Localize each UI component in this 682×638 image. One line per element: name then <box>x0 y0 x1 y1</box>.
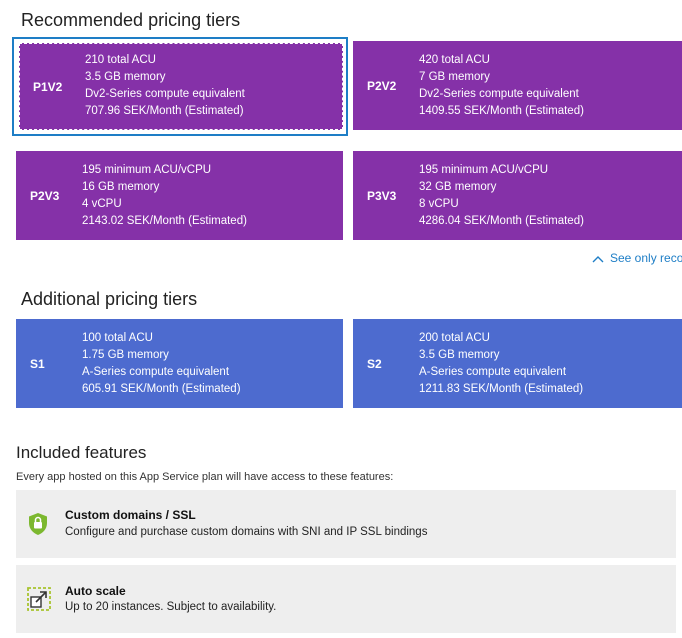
tier-line: Dv2-Series compute equivalent <box>85 88 245 100</box>
features-heading: Included features <box>16 443 147 462</box>
feature-description: Configure and purchase custom domains wi… <box>65 526 428 538</box>
shield-lock-icon <box>28 512 48 541</box>
tier-line: 100 total ACU <box>82 332 153 344</box>
auto-scale-icon <box>27 587 51 616</box>
tier-line: A-Series compute equivalent <box>82 366 230 378</box>
tier-card-s1[interactable]: S1 100 total ACU 1.75 GB memory A-Series… <box>16 319 343 408</box>
tier-line: 200 total ACU <box>419 332 490 344</box>
tier-code: S2 <box>367 356 382 371</box>
feature-custom-domains: Custom domains / SSL Configure and purch… <box>16 490 676 558</box>
tier-line: 1.75 GB memory <box>82 349 169 361</box>
tier-line: 3.5 GB memory <box>419 349 500 361</box>
tier-card-p3v3[interactable]: P3V3 195 minimum ACU/vCPU 32 GB memory 8… <box>353 151 682 240</box>
tier-code: P2V3 <box>30 188 60 203</box>
additional-heading: Additional pricing tiers <box>21 289 198 309</box>
tier-line: 4286.04 SEK/Month (Estimated) <box>419 215 584 227</box>
tier-line: 195 minimum ACU/vCPU <box>82 164 212 176</box>
tier-code: P2V2 <box>367 78 397 93</box>
tier-line: 3.5 GB memory <box>85 71 166 83</box>
tier-line: 2143.02 SEK/Month (Estimated) <box>82 215 247 227</box>
tier-card-p2v3[interactable]: P2V3 195 minimum ACU/vCPU 16 GB memory 4… <box>16 151 343 240</box>
tier-card-p1v2[interactable]: P1V2 210 total ACU 3.5 GB memory Dv2-Ser… <box>19 43 343 130</box>
tier-line: 16 GB memory <box>82 181 160 193</box>
chevron-up-icon <box>592 255 604 263</box>
tier-code: P1V2 <box>33 79 63 94</box>
tier-line: 1409.55 SEK/Month (Estimated) <box>419 105 584 117</box>
see-only-label: See only reco <box>610 251 682 265</box>
feature-title: Auto scale <box>65 584 126 598</box>
tier-line: 210 total ACU <box>85 54 156 66</box>
tier-code: P3V3 <box>367 188 397 203</box>
recommended-heading: Recommended pricing tiers <box>21 10 241 30</box>
tier-line: 7 GB memory <box>419 71 490 83</box>
tier-line: Dv2-Series compute equivalent <box>419 88 579 100</box>
features-subtitle: Every app hosted on this App Service pla… <box>16 471 394 483</box>
feature-description: Up to 20 instances. Subject to availabil… <box>65 601 277 613</box>
tier-line: 707.96 SEK/Month (Estimated) <box>85 105 244 117</box>
tier-line: 195 minimum ACU/vCPU <box>419 164 549 176</box>
tier-line: 8 vCPU <box>419 198 459 210</box>
tier-line: 420 total ACU <box>419 54 490 66</box>
tier-line: 32 GB memory <box>419 181 497 193</box>
tier-line: 605.91 SEK/Month (Estimated) <box>82 383 241 395</box>
feature-auto-scale: Auto scale Up to 20 instances. Subject t… <box>16 565 676 633</box>
tier-line: A-Series compute equivalent <box>419 366 567 378</box>
tier-line: 4 vCPU <box>82 198 122 210</box>
tier-line: 1211.83 SEK/Month (Estimated) <box>419 383 584 395</box>
see-only-recommended-link[interactable]: See only reco <box>592 251 682 265</box>
feature-title: Custom domains / SSL <box>65 508 196 522</box>
tier-card-s2[interactable]: S2 200 total ACU 3.5 GB memory A-Series … <box>353 319 682 408</box>
tier-code: S1 <box>30 356 45 371</box>
tier-card-p2v2[interactable]: P2V2 420 total ACU 7 GB memory Dv2-Serie… <box>353 41 682 130</box>
